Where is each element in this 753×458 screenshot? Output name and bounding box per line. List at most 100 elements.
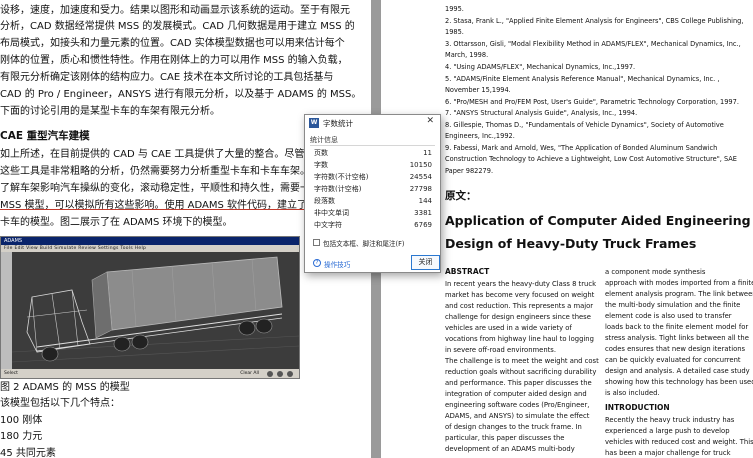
abstract-heading: ABSTRACT	[445, 267, 490, 276]
stat-label: 非中文单词	[314, 209, 349, 217]
statistics-section-label: 统计信息	[310, 136, 338, 144]
column-line: showing how this technology has been use…	[605, 378, 753, 386]
list-item: 100 刚体	[0, 415, 43, 426]
truck-model-viewport	[11, 252, 299, 369]
reference-line: November 15,1994.	[445, 86, 511, 94]
paragraph-line: 了解车架影响汽车操纵的变化，滚动稳定性，平顺性和持久性，需要一个详细的	[0, 183, 350, 194]
figure-status-left: Select	[4, 371, 18, 376]
include-textboxes-checkbox[interactable]	[313, 239, 320, 246]
column-line: In recent years the heavy-duty Class 8 t…	[445, 280, 597, 288]
column-line: design and analysis. A detailed case stu…	[605, 367, 750, 375]
stat-row: 字符数(不计空格) 24554	[314, 172, 432, 183]
column-line: vocations from highway line haul to logg…	[445, 335, 594, 343]
stat-row: 页数 11	[314, 148, 432, 159]
column-line: element analysis program. The link betwe…	[605, 290, 753, 298]
reference-line: 1995.	[445, 5, 464, 13]
reference-line: Paper 982279.	[445, 167, 494, 175]
dialog-titlebar[interactable]: W 字数统计 ✕	[305, 115, 440, 130]
adams-screenshot-figure: ADAMS File Edit View Build Simulate Revi…	[0, 236, 300, 379]
column-line: experienced a large push to develop	[605, 427, 730, 435]
column-line: of design changes to the truck frame. In	[445, 423, 582, 431]
figure-status-right: Clear All	[240, 371, 259, 376]
column-line: challenge for design engineers since the…	[445, 313, 591, 321]
column-line: Recently the heavy truck industry has	[605, 416, 735, 424]
stat-value: 3381	[414, 209, 432, 217]
paragraph-line: 设移，速度，加速度和受力。结果以图形和动画显示该系统的运动。至于有限元	[0, 5, 350, 16]
stat-value: 10150	[409, 161, 432, 169]
reference-line: 7. "ANSYS Structural Analysis Guide", An…	[445, 109, 638, 117]
list-item: 45 共同元素	[0, 448, 56, 458]
tips-link[interactable]: 操作技巧	[324, 259, 350, 269]
reference-line: March, 1998.	[445, 51, 489, 59]
paragraph-line: 如上所述，在目前提供的 CAD 与 CAE 工具提供了大量的整合。尽管如此，	[0, 149, 335, 160]
figure-status-icon	[287, 371, 293, 377]
column-line: codes ensures that new design iterations	[605, 345, 746, 353]
paragraph-line: 分析，CAD 数据经常提供 MSS 的发展模式。CAD 几何数据是用于建立 MS…	[0, 21, 355, 32]
stat-value: 144	[418, 197, 432, 205]
stat-label: 字符数(不计空格)	[314, 173, 369, 181]
reference-line: 3. Ottarsson, Gisli, "Modal Flexibility …	[445, 40, 741, 48]
column-line: reduction goals without sacrificing dura…	[445, 368, 597, 376]
column-line: engineering software codes (Pro/Engineer…	[445, 401, 590, 409]
column-line: integration of computer aided design and	[445, 390, 587, 398]
column-line: in severe off-road environments.	[445, 346, 556, 354]
figure-window-title: ADAMS	[1, 237, 299, 245]
stat-value: 6769	[414, 221, 432, 229]
list-item: 180 力元	[0, 431, 43, 442]
paragraph-line: 卡车的模型。图二展示了在 ADAMS 环境下的模型。	[0, 217, 233, 228]
stat-row: 中文字符 6769	[314, 220, 432, 231]
figure-menu-bar: File Edit View Build Simulate Review Set…	[1, 245, 299, 252]
reference-line: 8. Gillespie, Thomas D., "Fundamentals o…	[445, 121, 724, 129]
column-line: loads back to the finite element model f…	[605, 323, 749, 331]
stat-label: 中文字符	[314, 221, 342, 229]
paragraph-line: 布局模式，如接头和力量元素的位置。CAD 实体模型数据也可以用来估计每个	[0, 38, 345, 49]
column-line: and cost reduction. This represents a ma…	[445, 302, 594, 310]
stat-label: 字数	[314, 161, 328, 169]
paragraph-line: 有限元分析确定该刚体的结构应力。CAE 技术在本文所讨论的工具包括基与	[0, 72, 334, 83]
column-line: market has become very focused on weight	[445, 291, 595, 299]
stat-value: 24554	[409, 173, 432, 181]
reference-line: Engineers, Inc.,1992.	[445, 132, 515, 140]
stat-row: 段落数 144	[314, 196, 432, 207]
paragraph-line: 刚体的位置，质心和惯性特性。作用在刚体上的力可以用作 MSS 的输入负载，	[0, 55, 348, 66]
stat-label: 段落数	[314, 197, 335, 205]
paragraph-line: 该模型包括以下几个特点：	[0, 398, 120, 409]
column-line: particular, this paper discusses the	[445, 434, 565, 442]
column-line: has been a major challenge for truck	[605, 449, 731, 457]
section-divider	[310, 145, 435, 146]
paper-title-line1: Application of Computer Aided Engineerin…	[445, 213, 753, 228]
stat-label: 页数	[314, 149, 328, 157]
stat-row: 非中文单词 3381	[314, 208, 432, 219]
tips-icon[interactable]: ?	[313, 259, 321, 267]
column-line: development of an ADAMS multi-body	[445, 445, 575, 453]
close-button[interactable]: 关闭	[411, 255, 440, 270]
reference-line: 9. Fabessi, Mark and Arnold, Wes, "The A…	[445, 144, 718, 152]
reference-line: 5. "ADAMS/Finite Element Analysis Refere…	[445, 75, 720, 83]
column-line: can be quickly evaluated for concurrent	[605, 356, 741, 364]
word-count-dialog: W 字数统计 ✕ 统计信息 页数 11 字数 10150 字符数(不计空格) 2…	[304, 114, 441, 273]
figure-status-icon	[267, 371, 273, 377]
column-line: a component mode synthesis	[605, 268, 706, 276]
stat-value: 11	[423, 149, 432, 157]
paragraph-line: CAD 的 Pro / Engineer，ANSYS 进行有限元分析，以及基于 …	[0, 89, 362, 100]
column-line: The challenge is to meet the weight and …	[445, 357, 599, 365]
introduction-heading: INTRODUCTION	[605, 403, 670, 412]
reference-line: Construction Technology to Achieve a Lig…	[445, 155, 737, 163]
word-app-icon: W	[309, 118, 319, 128]
close-icon[interactable]: ✕	[426, 116, 434, 126]
include-textboxes-label[interactable]: 包括文本框、脚注和尾注(F)	[323, 238, 404, 248]
paper-title-line2: Design of Heavy-Duty Truck Frames	[445, 236, 697, 251]
column-line: ADAMS, and ANSYS) to simulate the effect	[445, 412, 590, 420]
column-line: vehicles with reduced cost and weight. T…	[605, 438, 753, 446]
column-line: the multi-body simulation and the finite	[605, 301, 741, 309]
column-line: element code is also used to transfer	[605, 312, 732, 320]
stat-row: 字符数(计空格) 27798	[314, 184, 432, 195]
reference-line: 6. "Pro/MESH and Pro/FEM Post, User's Gu…	[445, 98, 739, 106]
stat-value: 27798	[409, 185, 432, 193]
column-line: is also included.	[605, 389, 660, 397]
truck-wireframe-icon	[11, 256, 299, 363]
dialog-title: 字数统计	[323, 119, 353, 128]
column-line: stress analysis. Tight links between all…	[605, 334, 749, 342]
original-label: 原文：	[445, 190, 477, 202]
reference-line: 2. Stasa, Frank L., "Applied Finite Elem…	[445, 17, 744, 25]
